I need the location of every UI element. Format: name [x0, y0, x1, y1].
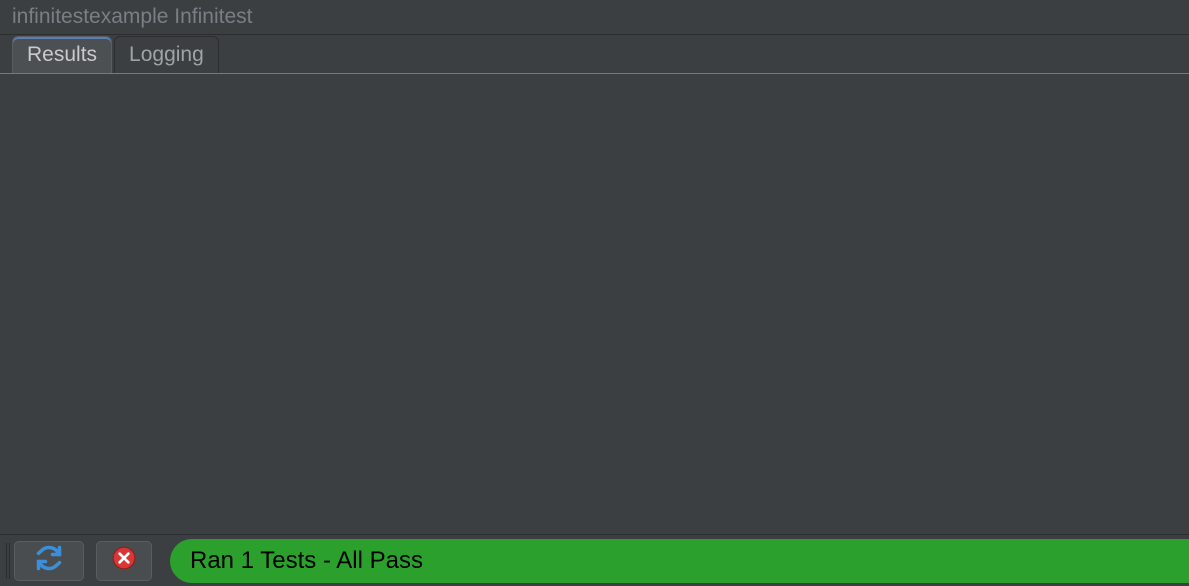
refresh-button[interactable] [14, 541, 84, 581]
grip-handle[interactable] [6, 543, 10, 579]
results-content [0, 74, 1189, 534]
cancel-icon [111, 545, 137, 576]
tab-results-label: Results [27, 43, 97, 66]
tab-logging[interactable]: Logging [114, 36, 219, 73]
tab-results[interactable]: Results [12, 36, 112, 73]
status-bar: Ran 1 Tests - All Pass [0, 534, 1189, 586]
cancel-button[interactable] [96, 541, 152, 581]
tab-bar: Results Logging [0, 35, 1189, 73]
tab-logging-label: Logging [129, 43, 204, 66]
status-message: Ran 1 Tests - All Pass [170, 539, 1189, 583]
status-message-text: Ran 1 Tests - All Pass [190, 547, 423, 575]
refresh-icon [35, 544, 63, 577]
panel-title: infinitestexample Infinitest [0, 0, 1189, 34]
panel-title-text: infinitestexample Infinitest [12, 5, 252, 29]
